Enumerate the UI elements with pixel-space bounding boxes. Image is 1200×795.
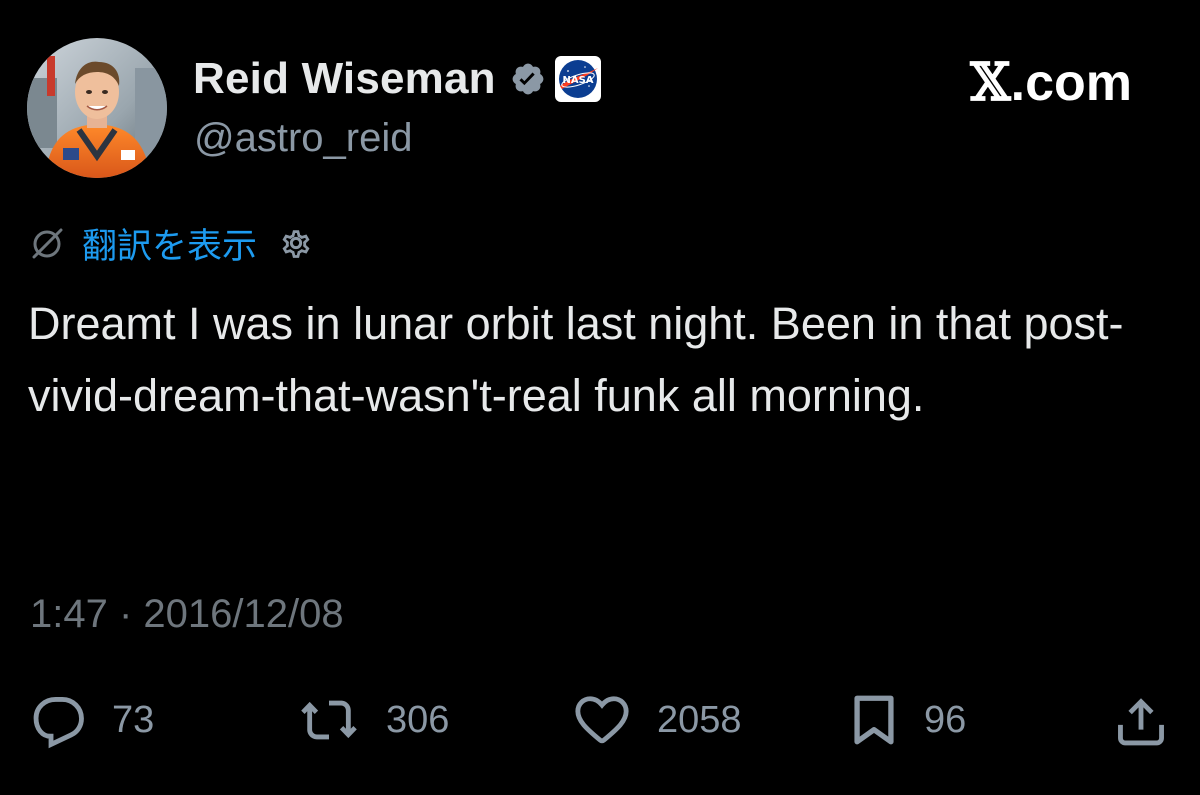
author-display-name[interactable]: Reid Wiseman: [193, 54, 496, 104]
author-handle[interactable]: @astro_reid: [194, 116, 412, 161]
x-com-watermark: 𝕏.com: [970, 52, 1132, 113]
retweet-count: 306: [386, 698, 450, 741]
heart-icon: [575, 696, 629, 744]
tweet-card: Reid Wiseman NASA @astro_reid 𝕏.com 翻訳を表…: [0, 0, 1200, 795]
tweet-text: Dreamt I was in lunar orbit last night. …: [28, 298, 1124, 421]
bookmark-count: 96: [924, 698, 967, 741]
share-icon: [1118, 698, 1164, 746]
slashed-circle-icon: [30, 225, 66, 261]
reply-count: 73: [112, 698, 155, 741]
avatar-image: [27, 38, 167, 178]
tweet-actions-bar: 73 306 2058 96: [0, 690, 1200, 750]
like-button[interactable]: 2058: [571, 690, 742, 750]
svg-text:NASA: NASA: [562, 75, 593, 86]
author-name-row: Reid Wiseman NASA: [193, 50, 602, 108]
show-translation-link[interactable]: 翻訳を表示: [82, 218, 257, 269]
share-button[interactable]: [1112, 690, 1170, 750]
avatar[interactable]: [27, 38, 167, 178]
reply-icon: [33, 697, 84, 749]
watermark-domain: .com: [1010, 54, 1132, 112]
retweet-button[interactable]: 306: [296, 690, 449, 750]
nasa-affiliate-badge[interactable]: NASA: [554, 55, 602, 103]
retweet-icon: [301, 700, 357, 740]
reply-button[interactable]: 73: [30, 690, 154, 750]
tweet-timestamp[interactable]: 1:47 · 2016/12/08: [30, 592, 344, 637]
bookmark-icon: [854, 695, 894, 745]
x-logo-icon: 𝕏: [970, 52, 1011, 113]
bookmark-button[interactable]: 96: [848, 690, 966, 750]
verified-badge-icon[interactable]: [510, 61, 546, 97]
like-count: 2058: [657, 698, 742, 741]
translate-row: 翻訳を表示: [30, 218, 317, 269]
gear-icon[interactable]: [275, 222, 317, 264]
